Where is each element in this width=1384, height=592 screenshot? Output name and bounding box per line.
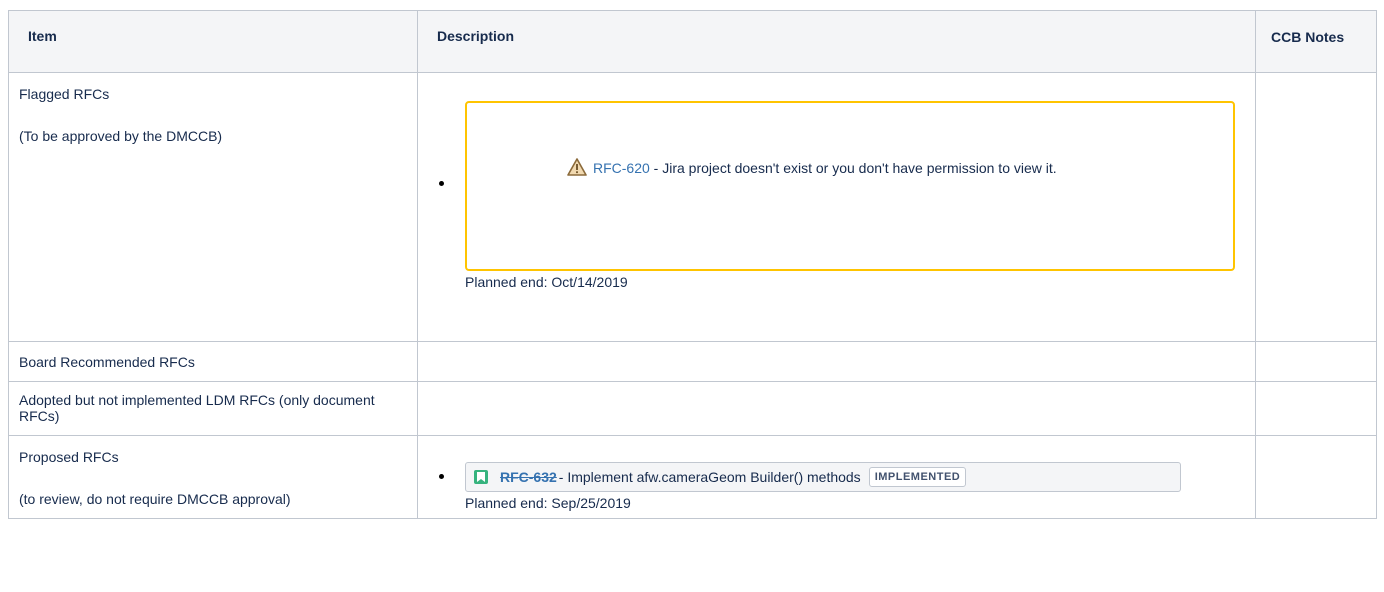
issue-list: RFC-620 - Jira project doesn't exist or … <box>428 101 1245 290</box>
item-text: Adopted but not implemented LDM RFCs (on… <box>19 392 375 424</box>
list-item: RFC-620 - Jira project doesn't exist or … <box>439 101 1245 290</box>
bullet <box>439 181 444 186</box>
item-note: (to review, do not require DMCCB approva… <box>19 491 291 507</box>
table-row: Adopted but not implemented LDM RFCs (on… <box>8 381 1377 436</box>
warning-message: - Jira project doesn't exist or you don'… <box>649 160 1057 176</box>
ccb-notes-cell <box>1255 341 1377 382</box>
table-header-row: Item Description CCB Notes <box>8 10 1377 73</box>
item-title: Board Recommended RFCs <box>8 341 418 382</box>
item-note: (To be approved by the DMCCB) <box>19 128 223 144</box>
ccb-notes-cell <box>1255 435 1377 519</box>
table-row: Flagged RFCs (To be approved by the DMCC… <box>8 72 1377 342</box>
description-cell <box>417 341 1256 382</box>
rfc-table: Item Description CCB Notes Flagged RFCs … <box>8 10 1377 519</box>
rfc-632-link[interactable]: RFC-632 <box>500 469 557 485</box>
item-title: Proposed RFCs <box>19 449 119 465</box>
jira-issue-macro: RFC-632 - Implement afw.cameraGeom Build… <box>465 462 1181 492</box>
header-item: Item <box>8 10 418 73</box>
ccb-notes-cell <box>1255 381 1377 436</box>
description-cell <box>417 381 1256 436</box>
jira-warning-box: RFC-620 - Jira project doesn't exist or … <box>465 101 1235 271</box>
issue-summary: - Implement afw.cameraGeom Builder() met… <box>558 469 861 485</box>
rfc-620-link[interactable]: RFC-620 <box>593 160 650 176</box>
table-row: Proposed RFCs (to review, do not require… <box>8 435 1377 519</box>
story-icon <box>474 470 488 484</box>
list-item: RFC-632 - Implement afw.cameraGeom Build… <box>439 449 1245 511</box>
ccb-notes-cell <box>1255 72 1377 342</box>
description-cell: RFC-632 - Implement afw.cameraGeom Build… <box>417 435 1256 519</box>
item-title: Flagged RFCs <box>19 86 110 102</box>
item-cell: Flagged RFCs (To be approved by the DMCC… <box>8 72 418 342</box>
item-title: Adopted but not implemented LDM RFCs (on… <box>8 381 418 436</box>
bullet <box>439 474 444 479</box>
status-badge: IMPLEMENTED <box>868 467 967 487</box>
description-cell: RFC-620 - Jira project doesn't exist or … <box>417 72 1256 342</box>
issue-list: RFC-632 - Implement afw.cameraGeom Build… <box>428 449 1245 511</box>
planned-end: Planned end: Sep/25/2019 <box>465 495 631 511</box>
warning-icon <box>567 154 587 188</box>
item-cell: Proposed RFCs (to review, do not require… <box>8 435 418 519</box>
header-ccb-notes: CCB Notes <box>1255 10 1377 73</box>
planned-end: Planned end: Oct/14/2019 <box>465 274 628 290</box>
table-row: Board Recommended RFCs <box>8 341 1377 382</box>
header-description: Description <box>417 10 1256 73</box>
